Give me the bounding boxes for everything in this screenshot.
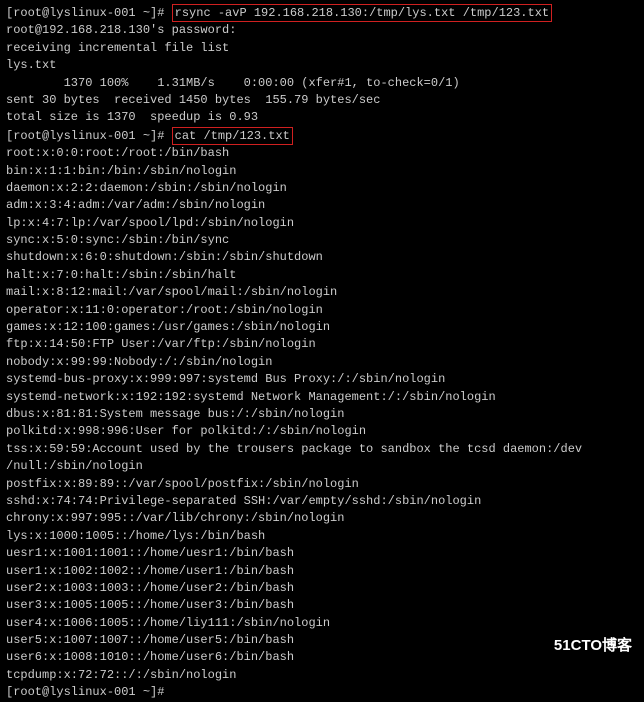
terminal-output-line: user6:x:1008:1010::/home/user6:/bin/bash [6, 649, 638, 666]
prompt-line-3[interactable]: [root@lyslinux-001 ~]# [6, 684, 638, 701]
terminal-output-line: mail:x:8:12:mail:/var/spool/mail:/sbin/n… [6, 284, 638, 301]
terminal-output-line: total size is 1370 speedup is 0.93 [6, 109, 638, 126]
terminal-output-line: user5:x:1007:1007::/home/user5:/bin/bash [6, 632, 638, 649]
highlight-box-cat: cat /tmp/123.txt [172, 127, 293, 145]
terminal-output-line: uesr1:x:1001:1001::/home/uesr1:/bin/bash [6, 545, 638, 562]
terminal-output-line: user4:x:1006:1005::/home/liy111:/sbin/no… [6, 615, 638, 632]
terminal-output-line: systemd-network:x:192:192:systemd Networ… [6, 389, 638, 406]
terminal-window[interactable]: [root@lyslinux-001 ~]# rsync -avP 192.16… [6, 4, 638, 702]
terminal-output-line: tss:x:59:59:Account used by the trousers… [6, 441, 638, 458]
terminal-output-line: tcpdump:x:72:72::/:/sbin/nologin [6, 667, 638, 684]
terminal-output-line: halt:x:7:0:halt:/sbin:/sbin/halt [6, 267, 638, 284]
shell-prompt: [root@lyslinux-001 ~]# [6, 129, 172, 143]
watermark-label: 51CTO博客 [554, 635, 632, 657]
terminal-output-line: sshd:x:74:74:Privilege-separated SSH:/va… [6, 493, 638, 510]
terminal-output-line: sync:x:5:0:sync:/sbin:/bin/sync [6, 232, 638, 249]
prompt-line-2: [root@lyslinux-001 ~]# cat /tmp/123.txt [6, 127, 638, 145]
terminal-output-line: nobody:x:99:99:Nobody:/:/sbin/nologin [6, 354, 638, 371]
terminal-output-line: lys:x:1000:1005::/home/lys:/bin/bash [6, 528, 638, 545]
terminal-output-line: polkitd:x:998:996:User for polkitd:/:/sb… [6, 423, 638, 440]
terminal-output-line: bin:x:1:1:bin:/bin:/sbin/nologin [6, 163, 638, 180]
terminal-output-line: ftp:x:14:50:FTP User:/var/ftp:/sbin/nolo… [6, 336, 638, 353]
terminal-output-line: adm:x:3:4:adm:/var/adm:/sbin/nologin [6, 197, 638, 214]
terminal-output-line: operator:x:11:0:operator:/root:/sbin/nol… [6, 302, 638, 319]
terminal-output-line: systemd-bus-proxy:x:999:997:systemd Bus … [6, 371, 638, 388]
terminal-output-line: lp:x:4:7:lp:/var/spool/lpd:/sbin/nologin [6, 215, 638, 232]
terminal-output-line: sent 30 bytes received 1450 bytes 155.79… [6, 92, 638, 109]
terminal-output-line: root@192.168.218.130's password: [6, 22, 638, 39]
terminal-output-line: 1370 100% 1.31MB/s 0:00:00 (xfer#1, to-c… [6, 75, 638, 92]
terminal-output-line: dbus:x:81:81:System message bus:/:/sbin/… [6, 406, 638, 423]
terminal-output-line: user3:x:1005:1005::/home/user3:/bin/bash [6, 597, 638, 614]
terminal-output-line: /null:/sbin/nologin [6, 458, 638, 475]
terminal-output-line: receiving incremental file list [6, 40, 638, 57]
terminal-output-line: user2:x:1003:1003::/home/user2:/bin/bash [6, 580, 638, 597]
terminal-output-line: daemon:x:2:2:daemon:/sbin:/sbin/nologin [6, 180, 638, 197]
terminal-output-line: root:x:0:0:root:/root:/bin/bash [6, 145, 638, 162]
highlight-box-rsync: rsync -avP 192.168.218.130:/tmp/lys.txt … [172, 4, 552, 22]
shell-prompt: [root@lyslinux-001 ~]# [6, 6, 172, 20]
prompt-line-1: [root@lyslinux-001 ~]# rsync -avP 192.16… [6, 4, 638, 22]
terminal-output-line: user1:x:1002:1002::/home/user1:/bin/bash [6, 563, 638, 580]
terminal-output-line: chrony:x:997:995::/var/lib/chrony:/sbin/… [6, 510, 638, 527]
shell-prompt: [root@lyslinux-001 ~]# [6, 685, 172, 699]
terminal-output-line: postfix:x:89:89::/var/spool/postfix:/sbi… [6, 476, 638, 493]
terminal-output-line: shutdown:x:6:0:shutdown:/sbin:/sbin/shut… [6, 249, 638, 266]
terminal-output-line: lys.txt [6, 57, 638, 74]
terminal-output-line: games:x:12:100:games:/usr/games:/sbin/no… [6, 319, 638, 336]
